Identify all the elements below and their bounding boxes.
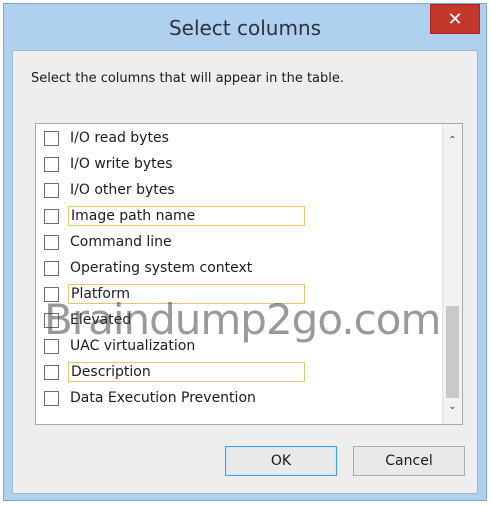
checkbox[interactable] (44, 208, 59, 224)
checkbox[interactable] (44, 130, 59, 146)
dialog-title: Select columns (168, 16, 322, 40)
column-item-io-write-bytes[interactable]: I/O write bytes (44, 153, 176, 175)
column-item-io-other-bytes[interactable]: I/O other bytes (44, 179, 178, 201)
column-label: I/O other bytes (70, 182, 175, 198)
columns-listbox[interactable]: I/O read bytes I/O write bytes I/O other… (35, 123, 463, 425)
column-label: I/O write bytes (70, 156, 173, 172)
close-button[interactable]: ✕ (430, 4, 480, 34)
column-label: Command line (70, 234, 172, 250)
checkbox[interactable] (44, 234, 59, 250)
close-icon: ✕ (447, 9, 463, 30)
dialog-body: Select the columns that will appear in t… (12, 50, 478, 494)
column-label: I/O read bytes (70, 130, 169, 146)
title-bar[interactable]: Select columns ✕ (4, 4, 486, 50)
column-label: Operating system context (70, 260, 253, 276)
cancel-button[interactable]: Cancel (353, 446, 465, 476)
column-item-io-read-bytes[interactable]: I/O read bytes (44, 127, 172, 149)
checkbox[interactable] (44, 390, 59, 406)
checkbox[interactable] (44, 156, 59, 172)
column-label: Data Execution Prevention (70, 390, 256, 406)
checkbox[interactable] (44, 182, 59, 198)
vertical-scrollbar[interactable]: ⌃ ⌄ (442, 124, 462, 424)
checkbox[interactable] (44, 260, 59, 276)
ok-button[interactable]: OK (225, 446, 337, 476)
scroll-up-arrow-icon[interactable]: ⌃ (443, 132, 462, 150)
column-item-description[interactable]: Description (44, 361, 305, 383)
checkbox[interactable] (44, 364, 59, 380)
column-item-image-path-name[interactable]: Image path name (44, 205, 305, 227)
instruction-text: Select the columns that will appear in t… (31, 71, 345, 86)
select-columns-dialog: Select columns ✕ Select the columns that… (3, 3, 487, 501)
column-label: Image path name (68, 206, 305, 226)
scrollbar-thumb[interactable] (446, 306, 459, 398)
column-label: Description (68, 362, 305, 382)
column-item-command-line[interactable]: Command line (44, 231, 175, 253)
watermark-text: Braindump2go.com (44, 295, 441, 344)
scroll-down-arrow-icon[interactable]: ⌄ (443, 398, 462, 416)
column-item-data-execution-prevention[interactable]: Data Execution Prevention (44, 387, 259, 409)
column-item-operating-system-context[interactable]: Operating system context (44, 257, 255, 279)
